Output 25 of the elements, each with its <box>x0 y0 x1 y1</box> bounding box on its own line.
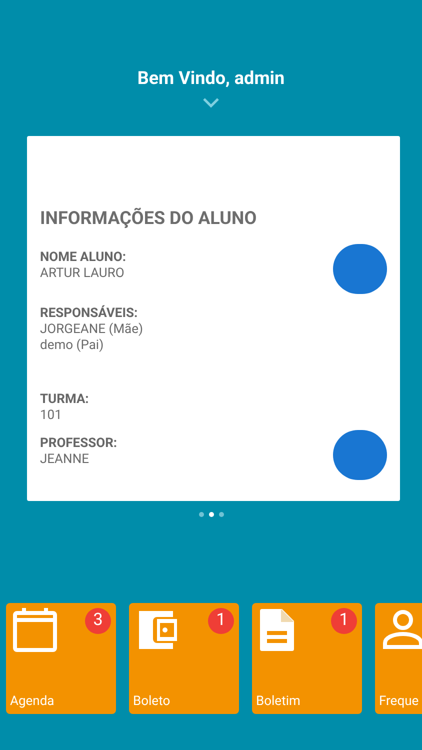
field-value: JORGEANE (Mãe) <box>40 322 144 338</box>
person-icon <box>381 607 422 651</box>
field-value: JEANNE <box>40 452 90 468</box>
field-label: NOME ALUNO: <box>40 250 126 266</box>
field-value: 101 <box>40 408 63 424</box>
menu-tile[interactable]: Boleto 1 <box>129 603 239 714</box>
menu-tile[interactable]: Boletim 1 <box>252 603 362 714</box>
chevron-down-icon[interactable] <box>203 98 219 108</box>
field-value: demo (Pai) <box>40 338 105 354</box>
calendar-icon <box>12 607 58 653</box>
field-label: RESPONSÁVEIS: <box>40 306 139 322</box>
welcome-title: Bem Vindo, admin <box>137 67 285 91</box>
field-label: PROFESSOR: <box>40 436 118 452</box>
menu-tile[interactable]: Agenda 3 <box>6 603 116 714</box>
menu-tile[interactable]: Freque <box>375 603 422 714</box>
tile-label: Boletim <box>256 694 302 710</box>
tile-label: Boleto <box>133 694 172 710</box>
card-title: INFORMAÇÕES DO ALUNO <box>40 208 258 230</box>
field-value: ARTUR LAURO <box>40 266 126 282</box>
field-label: TURMA: <box>40 392 89 408</box>
tile-label: Freque <box>379 694 420 710</box>
notification-badge: 1 <box>331 608 357 634</box>
notification-badge: 1 <box>208 608 234 634</box>
notification-badge: 3 <box>85 608 111 634</box>
tile-label: Agenda <box>10 694 56 710</box>
